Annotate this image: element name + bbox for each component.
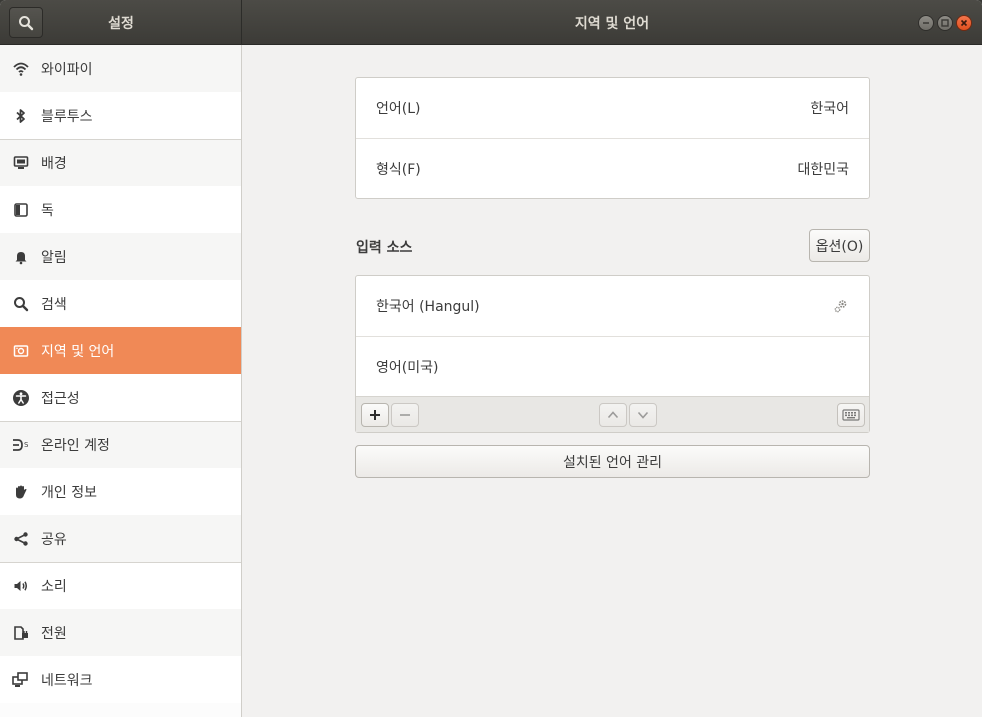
sidebar-item-label: 접근성 (41, 390, 80, 407)
sidebar-item-notifications[interactable]: 알림 (0, 233, 241, 280)
search-icon (12, 295, 30, 313)
minimize-icon (923, 22, 929, 24)
online-accounts-icon: S (12, 436, 30, 454)
sidebar-item-dock[interactable]: 독 (0, 186, 241, 233)
sidebar-item-label: 지역 및 언어 (41, 343, 115, 360)
options-button[interactable]: 옵션(O) (809, 229, 870, 262)
accessibility-icon (12, 389, 30, 407)
sidebar-item-power[interactable]: 전원 (0, 609, 241, 656)
sidebar-title: 설정 (108, 16, 134, 32)
language-label: 언어(L) (376, 101, 421, 117)
page-title: 지역 및 언어 (574, 16, 650, 32)
language-format-list: 언어(L) 한국어 형식(F) 대한민국 (355, 77, 870, 199)
sidebar-item-label: 온라인 계정 (41, 438, 110, 454)
formats-row[interactable]: 형식(F) 대한민국 (356, 138, 869, 198)
sidebar-item-region-language[interactable]: 지역 및 언어 (0, 327, 241, 374)
chevron-up-icon (607, 411, 619, 419)
formats-label: 형식(F) (376, 161, 421, 178)
sidebar-item-wifi[interactable]: 와이파이 (0, 45, 241, 92)
formats-value: 대한민국 (797, 161, 849, 178)
sidebar-item-label: 네트워크 (41, 672, 93, 689)
input-source-label: 한국어 (Hangul) (376, 299, 480, 315)
sidebar-item-background[interactable]: 배경 (0, 139, 241, 186)
close-button[interactable] (956, 15, 972, 31)
speaker-icon (12, 577, 30, 595)
sidebar: 와이파이 블루투스 배경 독 알림 검색 지역 및 언어 접근성 S 온라인 계… (0, 45, 242, 717)
sidebar-item-label: 소리 (41, 579, 67, 595)
plus-icon (370, 410, 380, 420)
maximize-icon (941, 19, 949, 27)
minimize-button[interactable] (918, 15, 934, 31)
input-source-row[interactable]: 한국어 (Hangul) (356, 276, 869, 336)
header-bar: 설정 지역 및 언어 (0, 0, 982, 45)
language-row[interactable]: 언어(L) 한국어 (356, 78, 869, 138)
wifi-icon (12, 60, 30, 78)
sidebar-item-label: 배경 (41, 156, 67, 172)
window-controls (918, 15, 972, 31)
sidebar-item-label: 와이파이 (41, 61, 93, 78)
keyboard-icon (842, 409, 860, 421)
language-value: 한국어 (810, 101, 849, 117)
minus-icon (400, 414, 410, 416)
sidebar-item-accessibility[interactable]: 접근성 (0, 374, 241, 421)
network-icon (12, 671, 30, 689)
add-input-source-button[interactable] (361, 403, 389, 427)
move-up-button[interactable] (599, 403, 627, 427)
sidebar-item-network[interactable]: 네트워크 (0, 656, 241, 703)
sidebar-header: 설정 (0, 0, 242, 45)
maximize-button[interactable] (937, 15, 953, 31)
sidebar-item-privacy[interactable]: 개인 정보 (0, 468, 241, 515)
input-source-row[interactable]: 영어(미국) (356, 336, 869, 396)
sidebar-item-search[interactable]: 검색 (0, 280, 241, 327)
input-sources-toolbar (356, 396, 869, 432)
input-sources-title: 입력 소스 (356, 240, 413, 256)
sidebar-item-label: 알림 (41, 249, 67, 266)
sidebar-item-label: 개인 정보 (41, 484, 97, 501)
chevron-down-icon (637, 411, 649, 419)
bluetooth-icon (12, 107, 30, 125)
sidebar-item-label: 독 (41, 202, 54, 219)
region-icon (12, 342, 30, 360)
privacy-hand-icon (12, 483, 30, 501)
remove-input-source-button[interactable] (391, 403, 419, 427)
settings-window: 설정 지역 및 언어 와이파이 블루투스 배경 독 알림 검색 지역 및 언어 … (0, 0, 982, 717)
main-panel: 언어(L) 한국어 형식(F) 대한민국 입력 소스 옵션(O) 한국어 (Ha… (242, 45, 982, 717)
gear-icon (834, 300, 847, 313)
close-icon (960, 19, 968, 27)
sidebar-item-bluetooth[interactable]: 블루투스 (0, 92, 241, 139)
power-icon (12, 624, 30, 642)
sidebar-item-label: 전원 (41, 625, 67, 642)
move-down-button[interactable] (629, 403, 657, 427)
sidebar-item-online-accounts[interactable]: S 온라인 계정 (0, 421, 241, 468)
sidebar-item-label: 공유 (41, 531, 67, 548)
input-sources-list: 한국어 (Hangul) 영어(미국) (355, 275, 870, 433)
dock-icon (12, 201, 30, 219)
background-icon (12, 154, 30, 172)
input-source-label: 영어(미국) (376, 359, 439, 376)
sidebar-item-label: 블루투스 (41, 108, 93, 125)
input-source-settings-button[interactable] (833, 298, 849, 314)
manage-installed-languages-button[interactable]: 설치된 언어 관리 (355, 445, 870, 478)
keyboard-layout-button[interactable] (837, 403, 865, 427)
sidebar-item-label: 검색 (41, 296, 67, 313)
sidebar-item-sound[interactable]: 소리 (0, 562, 241, 609)
sidebar-item-sharing[interactable]: 공유 (0, 515, 241, 562)
bell-icon (12, 248, 30, 266)
svg-text:S: S (24, 441, 29, 449)
share-icon (12, 530, 30, 548)
